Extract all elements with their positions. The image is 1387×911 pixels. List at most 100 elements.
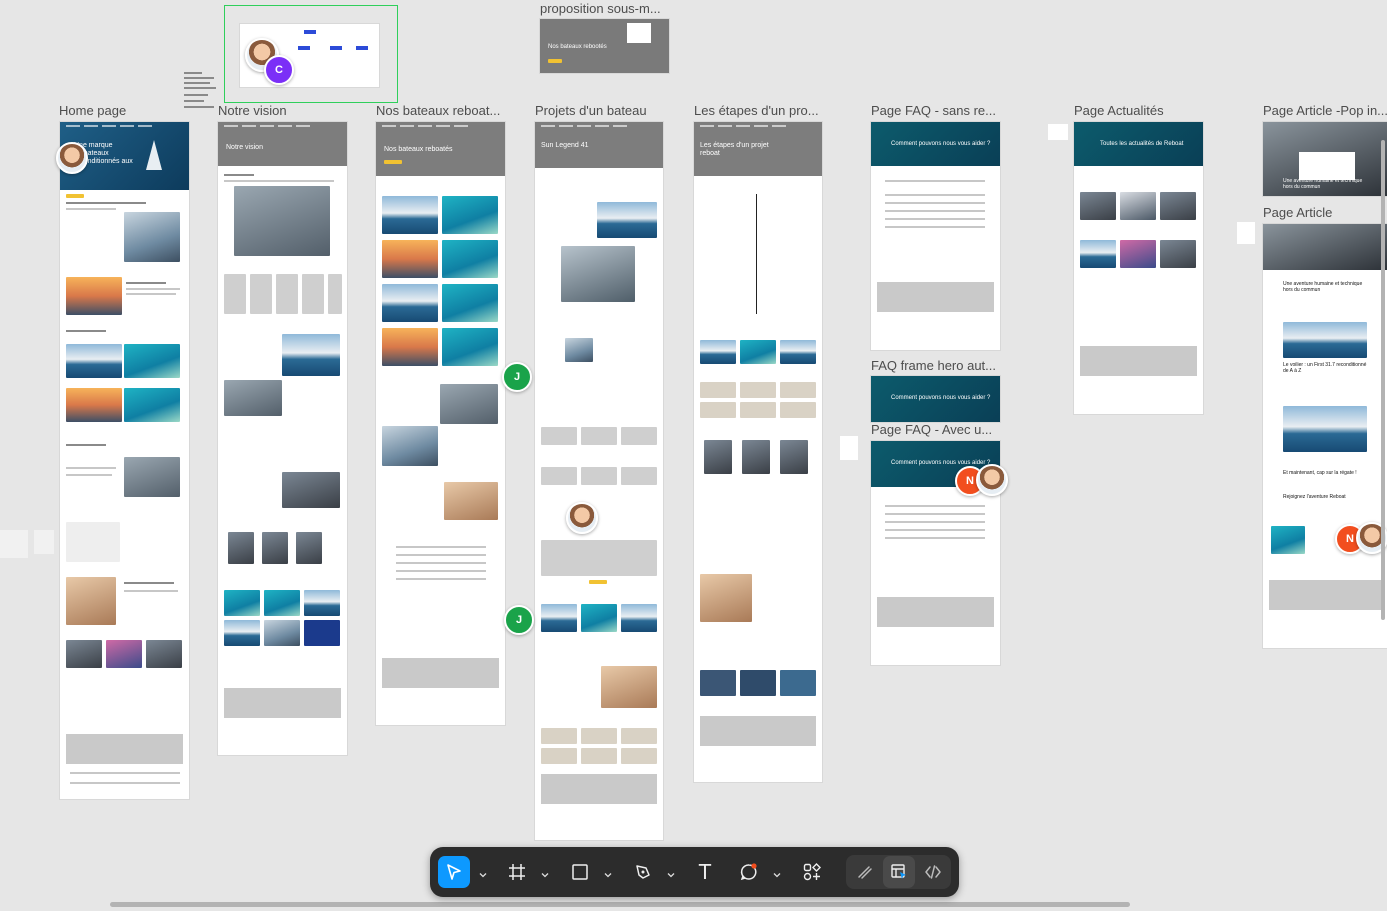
frame-title-projets[interactable]: Projets d'un bateau <box>535 103 647 118</box>
projets-carousel[interactable] <box>561 246 635 302</box>
bateaux-newsletter-band <box>382 658 499 688</box>
frame-title-home[interactable]: Home page <box>59 103 126 118</box>
frame-title-etapes[interactable]: Les étapes d'un pro... <box>694 103 819 118</box>
frame-actualites[interactable]: Toutes les actualités de Reboat <box>1074 122 1203 414</box>
frame-icon <box>509 864 525 880</box>
chevron-down-icon[interactable] <box>666 867 676 878</box>
frame-faq-sans[interactable]: Comment pouvons nous vous aider ? <box>871 122 1000 350</box>
frame-home[interactable]: Une marque de bateaux reconditionnés aux… <box>60 122 189 799</box>
article-pop-hero-title: Une aventure humaine et technique hors d… <box>1283 178 1363 190</box>
frame-tool-button[interactable] <box>501 856 533 888</box>
sticky-note[interactable] <box>1048 124 1068 140</box>
home-boat-card[interactable] <box>66 344 122 378</box>
collaborator-badge-j[interactable]: J <box>502 362 532 392</box>
proposition-cta <box>548 59 562 63</box>
home-boat-card[interactable] <box>124 388 180 422</box>
frame-title-faq-hero[interactable]: FAQ frame hero aut... <box>871 358 996 373</box>
frame-vision[interactable]: Notre vision <box>218 122 347 755</box>
dev-mode-button[interactable] <box>917 856 949 888</box>
boat-card[interactable] <box>442 240 498 278</box>
bateaux-hero: Nos bateaux reboatés <box>376 122 505 176</box>
frame-title-faq-sans[interactable]: Page FAQ - sans re... <box>871 103 996 118</box>
boat-card[interactable] <box>382 284 438 322</box>
design-canvas[interactable]: Home page Notre vision Nos bateaux reboa… <box>0 0 1387 911</box>
faq-avec-newsletter-band <box>877 597 994 627</box>
vision-hero-title: Notre vision <box>226 144 263 151</box>
move-tool-button[interactable] <box>438 856 470 888</box>
actualites-newsletter-band <box>1080 346 1197 376</box>
frame-title-article-pop[interactable]: Page Article -Pop in... <box>1263 103 1387 118</box>
home-cta <box>66 194 84 198</box>
bateaux-hero-title: Nos bateaux reboatés <box>384 146 453 153</box>
pen-tool-button[interactable] <box>627 856 659 888</box>
collaborator-avatar[interactable] <box>976 464 1008 496</box>
home-news-card[interactable] <box>146 640 182 668</box>
cursor-icon <box>447 864 461 880</box>
frame-title-vision[interactable]: Notre vision <box>218 103 287 118</box>
boat-card[interactable] <box>382 196 438 234</box>
component-group[interactable] <box>0 530 56 560</box>
sticky-notes[interactable] <box>184 72 224 108</box>
draw-mode-button[interactable] <box>849 856 881 888</box>
faq-hero-hero: Comment pouvons nous vous aider ? <box>871 376 1000 422</box>
frame-faq-hero[interactable]: Comment pouvons nous vous aider ? <box>871 376 1000 422</box>
faq-avec-hero-title: Comment pouvons nous vous aider ? <box>891 460 991 466</box>
home-boat-card[interactable] <box>66 388 122 422</box>
collaborator-avatar[interactable] <box>56 142 88 174</box>
home-image <box>66 577 116 625</box>
vision-hero: Notre vision <box>218 122 347 166</box>
components-icon <box>803 863 821 881</box>
boat-card[interactable] <box>442 284 498 322</box>
collaborator-badge-c[interactable]: C <box>264 55 294 85</box>
frame-article-pop[interactable]: Une aventure humaine et technique hors d… <box>1263 122 1387 196</box>
frame-bateaux[interactable]: Nos bateaux reboatés <box>376 122 505 725</box>
vertical-scrollbar[interactable] <box>1381 140 1385 620</box>
boat-card[interactable] <box>382 328 438 366</box>
home-news-card[interactable] <box>66 640 102 668</box>
home-image <box>124 457 180 497</box>
sticky-note[interactable] <box>840 436 858 460</box>
collaborator-badge-j[interactable]: J <box>504 605 534 635</box>
sticky-note[interactable] <box>1237 222 1255 244</box>
frame-title-proposition[interactable]: proposition sous-m... <box>540 1 661 16</box>
chevron-down-icon[interactable] <box>478 867 488 878</box>
frame-projets[interactable]: Sun Legend 41 <box>535 122 663 840</box>
shape-tool-button[interactable] <box>564 856 596 888</box>
frame-title-actualites[interactable]: Page Actualités <box>1074 103 1164 118</box>
frame-title-faq-avec[interactable]: Page FAQ - Avec u... <box>871 422 992 437</box>
bottom-toolbar: T <box>430 847 959 897</box>
design-icon <box>891 864 906 879</box>
frame-article[interactable]: Une aventure humaine et technique hors d… <box>1263 224 1387 648</box>
frame-proposition[interactable]: Nos bateaux rebootés <box>540 19 669 73</box>
chevron-down-icon[interactable] <box>772 867 782 878</box>
design-mode-button[interactable] <box>883 856 915 888</box>
frame-title-bateaux[interactable]: Nos bateaux reboat... <box>376 103 500 118</box>
etapes-hero-title: Les étapes d'un projet reboat <box>700 142 769 157</box>
horizontal-scrollbar[interactable] <box>110 902 1130 907</box>
sitemap-node <box>330 46 342 50</box>
faq-sans-hero: Comment pouvons nous vous aider ? <box>871 122 1000 166</box>
sitemap-node <box>356 46 368 50</box>
article-heading-4: Rejoignez l'aventure Reboat <box>1283 494 1346 500</box>
comment-tool-button[interactable] <box>733 856 765 888</box>
chevron-down-icon[interactable] <box>603 867 613 878</box>
home-image <box>124 212 180 262</box>
rectangle-icon <box>572 864 588 880</box>
text-tool-button[interactable]: T <box>689 856 721 888</box>
boat-card[interactable] <box>382 240 438 278</box>
etapes-newsletter-band <box>700 716 816 746</box>
collaborator-avatar[interactable] <box>566 502 598 534</box>
frame-title-article[interactable]: Page Article <box>1263 205 1332 220</box>
boat-card[interactable] <box>442 328 498 366</box>
code-icon <box>925 865 941 879</box>
chevron-down-icon[interactable] <box>540 867 550 878</box>
draw-icon <box>858 866 872 879</box>
popin-modal[interactable] <box>1299 152 1355 180</box>
sail-icon <box>146 140 162 170</box>
frame-etapes[interactable]: Les étapes d'un projet reboat <box>694 122 822 782</box>
resources-tool-button[interactable] <box>796 856 828 888</box>
home-boat-card[interactable] <box>124 344 180 378</box>
boat-card[interactable] <box>442 196 498 234</box>
home-news-card[interactable] <box>106 640 142 668</box>
article-hero <box>1263 224 1387 270</box>
